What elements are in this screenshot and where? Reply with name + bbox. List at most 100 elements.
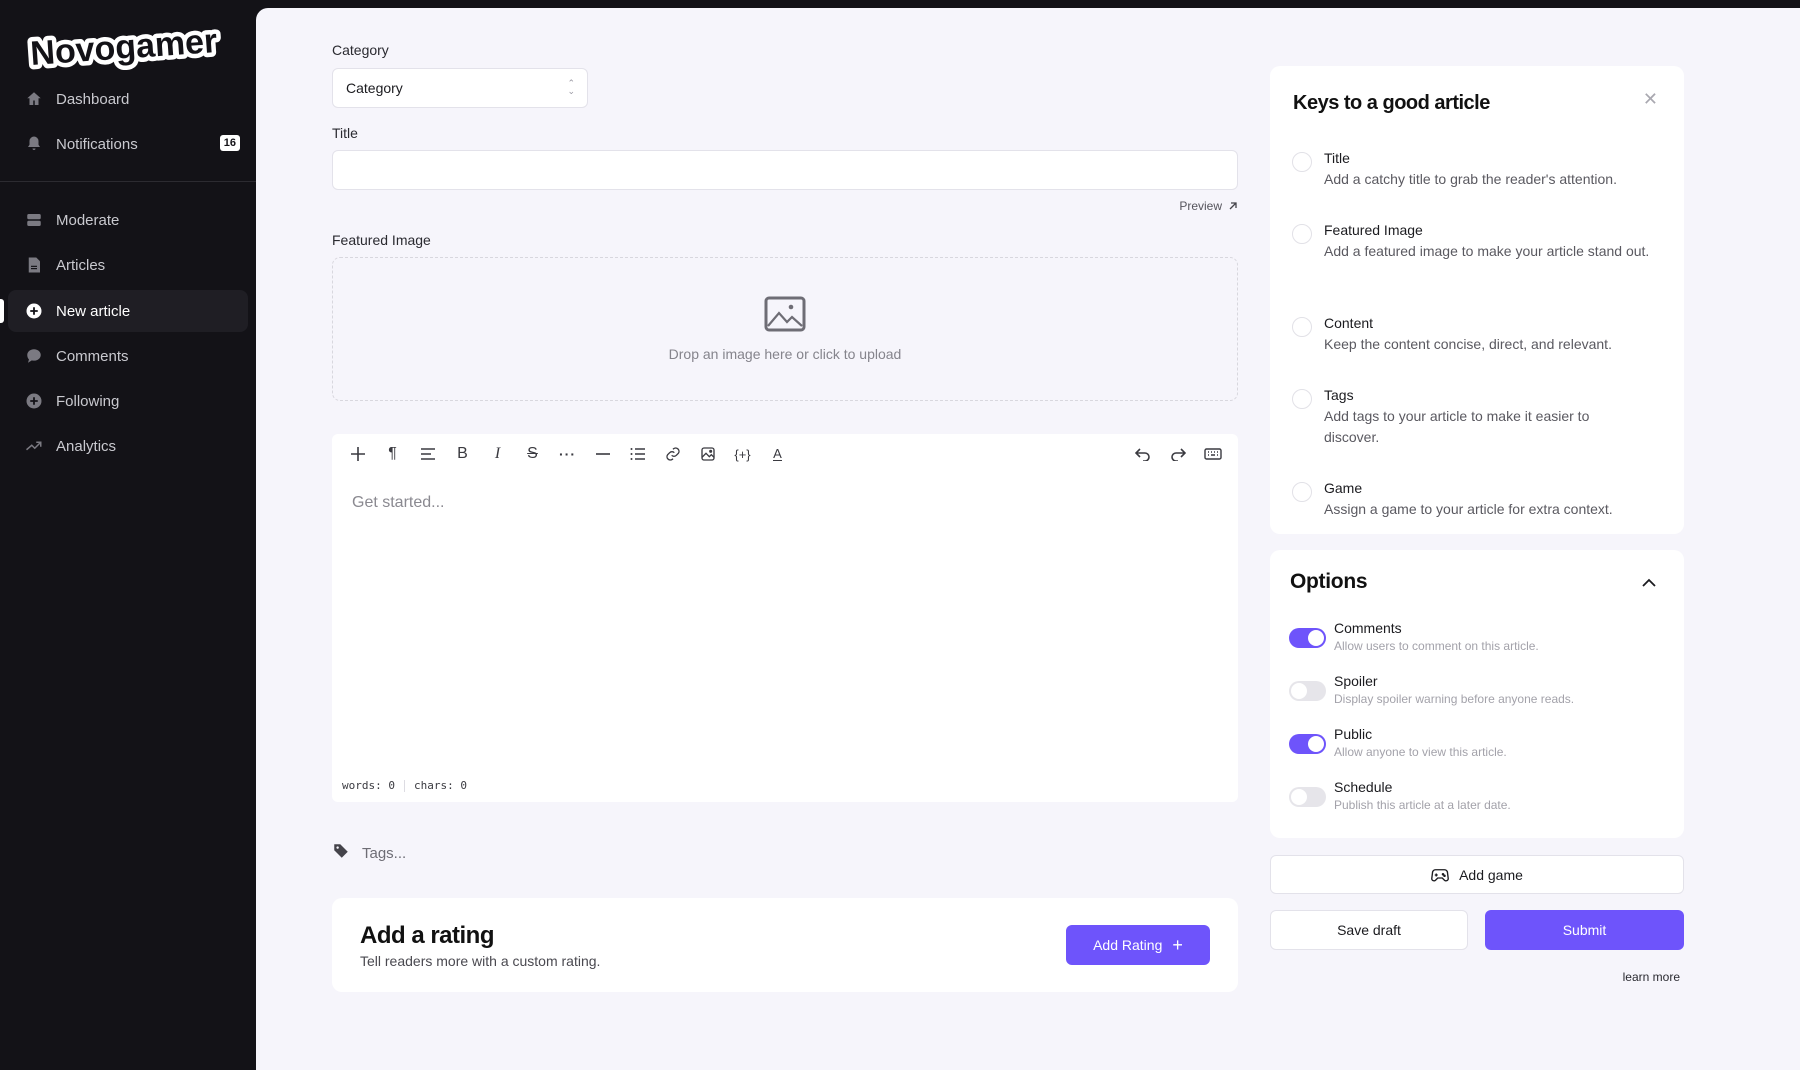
comments-toggle[interactable] <box>1289 628 1326 648</box>
undo-button[interactable] <box>1125 439 1160 469</box>
key-item-title-text: Content <box>1324 315 1374 331</box>
schedule-toggle[interactable] <box>1289 787 1326 807</box>
chat-bubble-icon <box>25 347 43 365</box>
redo-icon <box>1170 448 1186 461</box>
arrow-up-right-icon <box>1229 202 1237 210</box>
trending-up-icon <box>25 437 43 455</box>
category-select-value: Category <box>346 80 403 96</box>
add-rating-button[interactable]: Add Rating + <box>1066 925 1210 965</box>
dropzone-text: Drop an image here or click to upload <box>668 346 902 362</box>
strikethrough-icon: S <box>527 445 538 462</box>
submit-button[interactable]: Submit <box>1485 910 1684 950</box>
check-circle[interactable] <box>1292 389 1312 409</box>
redo-button[interactable] <box>1160 439 1195 469</box>
bold-icon: B <box>457 445 468 462</box>
word-char-count: words: 0 chars: 0 <box>342 779 467 792</box>
option-comments: Comments Allow users to comment on this … <box>1289 620 1664 660</box>
learn-more-link[interactable]: learn more <box>1623 970 1680 984</box>
key-item-title-text: Title <box>1324 150 1350 166</box>
save-draft-button[interactable]: Save draft <box>1270 910 1468 950</box>
link-button[interactable] <box>655 439 690 469</box>
editor-placeholder: Get started... <box>352 494 445 511</box>
italic-button[interactable]: I <box>480 439 515 469</box>
public-toggle[interactable] <box>1289 734 1326 754</box>
check-circle[interactable] <box>1292 152 1312 172</box>
align-left-icon <box>420 448 435 460</box>
key-item-desc: Keep the content concise, direct, and re… <box>1324 336 1612 352</box>
paragraph-button[interactable]: ¶ <box>375 439 410 469</box>
novogamer-logo[interactable]: Novogamer Novogamer <box>24 17 236 77</box>
option-desc: Publish this article at a later date. <box>1334 798 1511 812</box>
sidebar-item-comments[interactable]: Comments <box>8 335 248 377</box>
key-item-desc: Add tags to your article to make it easi… <box>1324 408 1590 445</box>
tags-input[interactable]: Tags... <box>332 842 406 864</box>
rating-title: Add a rating <box>360 922 495 949</box>
sidebar-item-articles[interactable]: Articles <box>8 244 248 286</box>
link-icon <box>665 447 680 461</box>
add-rating-label: Add Rating <box>1093 937 1163 953</box>
image-dropzone[interactable]: Drop an image here or click to upload <box>332 257 1238 401</box>
toggle-knob <box>1308 630 1324 646</box>
plus-icon: + <box>1172 935 1183 955</box>
sidebar-item-following[interactable]: Following <box>8 380 248 422</box>
text-color-icon: A <box>773 446 782 461</box>
sidebar-item-new-article[interactable]: New article <box>8 290 248 332</box>
bell-icon <box>25 135 43 153</box>
char-count: chars: 0 <box>413 779 467 792</box>
spoiler-toggle[interactable] <box>1289 681 1326 701</box>
sidebar-item-notifications[interactable]: Notifications 16 <box>8 123 248 165</box>
undo-icon <box>1134 448 1150 461</box>
option-spoiler: Spoiler Display spoiler warning before a… <box>1289 673 1664 713</box>
bold-button[interactable]: B <box>445 439 480 469</box>
sidebar: Novogamer Novogamer Dashboard Notificati… <box>0 0 256 1070</box>
sidebar-item-label: Moderate <box>56 211 120 229</box>
strikethrough-button[interactable]: S <box>515 439 550 469</box>
ellipsis-icon: ··· <box>559 446 576 462</box>
horizontal-rule-button[interactable] <box>585 439 620 469</box>
bullet-list-button[interactable] <box>620 439 655 469</box>
sidebar-item-label: Analytics <box>56 437 117 455</box>
title-input[interactable] <box>332 150 1238 190</box>
sidebar-divider <box>0 181 256 182</box>
keyboard-icon <box>1203 448 1222 460</box>
text-color-button[interactable]: A <box>760 439 795 469</box>
home-icon <box>25 90 43 108</box>
category-select[interactable]: Category ⌃ ⌄ <box>332 68 588 108</box>
sidebar-item-dashboard[interactable]: Dashboard <box>8 78 248 120</box>
check-circle[interactable] <box>1292 224 1312 244</box>
close-icon[interactable]: ✕ <box>1643 89 1658 110</box>
main-panel: Category Category ⌃ ⌄ Title Preview Featu… <box>256 8 1800 1070</box>
align-button[interactable] <box>410 439 445 469</box>
insert-image-button[interactable] <box>690 439 725 469</box>
key-item-title-text: Game <box>1324 480 1363 496</box>
sidebar-item-label: New article <box>56 302 131 320</box>
preview-link[interactable]: Preview <box>1179 199 1238 213</box>
more-button[interactable]: ··· <box>550 439 585 469</box>
option-desc: Allow anyone to view this article. <box>1334 745 1507 759</box>
inbox-icon <box>25 211 43 229</box>
collapse-chevron-icon[interactable] <box>1642 574 1656 592</box>
word-count: words: 0 <box>342 779 395 792</box>
embed-button[interactable]: {+} <box>725 439 760 469</box>
add-block-button[interactable] <box>340 439 375 469</box>
add-game-button[interactable]: Add game <box>1270 855 1684 894</box>
option-title: Spoiler <box>1334 673 1378 689</box>
chevron-up-down-icon: ⌃ ⌄ <box>567 78 575 96</box>
tags-placeholder: Tags... <box>362 844 407 862</box>
option-title: Schedule <box>1334 779 1393 795</box>
plus-circle-icon <box>25 392 43 410</box>
options-card: Options Comments Allow users to comment … <box>1270 550 1684 838</box>
toggle-knob <box>1291 789 1307 805</box>
sidebar-item-moderate[interactable]: Moderate <box>8 199 248 241</box>
check-circle[interactable] <box>1292 482 1312 502</box>
keys-card: Keys to a good article ✕ Title Add a cat… <box>1270 66 1684 534</box>
keyboard-button[interactable] <box>1195 439 1230 469</box>
sidebar-item-analytics[interactable]: Analytics <box>8 425 248 467</box>
italic-icon: I <box>494 445 501 462</box>
gamepad-icon <box>1431 868 1450 881</box>
embed-icon: {+} <box>734 446 751 462</box>
rich-text-editor[interactable]: ¶ B I S ··· {+} A Get started... words: … <box>332 434 1238 802</box>
sidebar-item-label: Dashboard <box>56 90 130 108</box>
check-circle[interactable] <box>1292 317 1312 337</box>
active-indicator <box>0 299 4 323</box>
